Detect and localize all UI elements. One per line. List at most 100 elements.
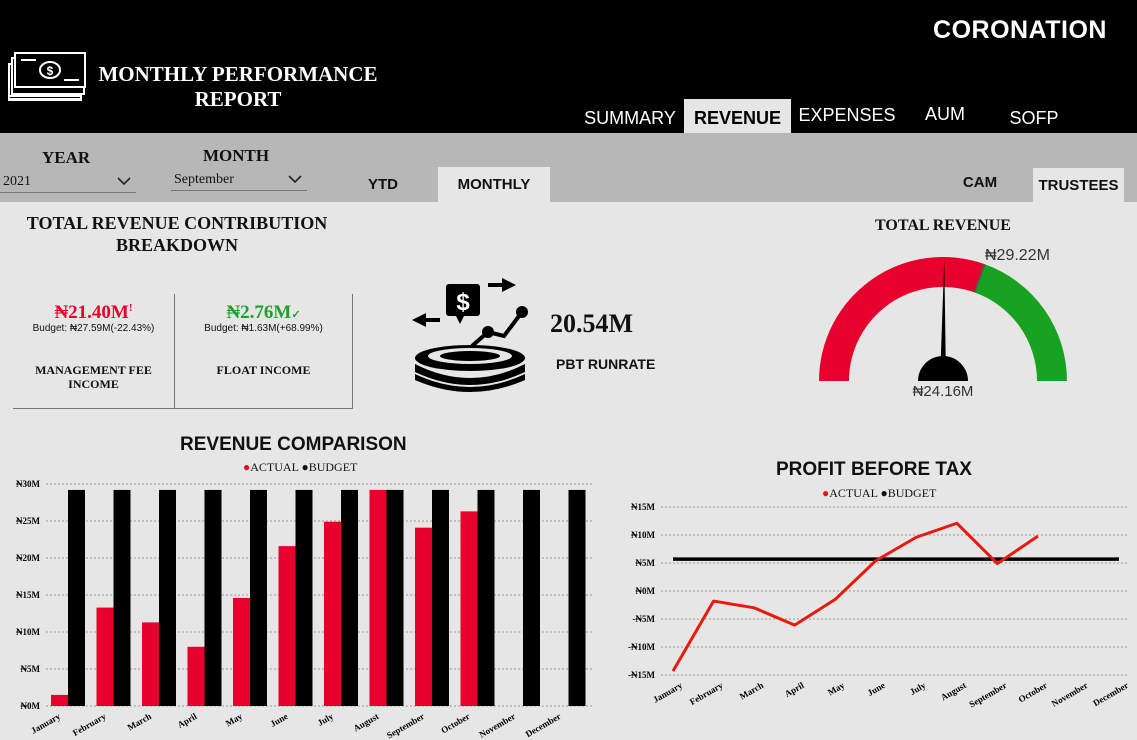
bar-actual [278,546,296,706]
y-tick-label: ₦30M [16,479,40,489]
bar-budget [523,489,540,706]
brand-logo-text: CORONATION [933,16,1107,44]
x-tick-label: September [385,711,426,740]
tab-trustees[interactable]: TRUSTEES [1033,168,1124,203]
bar-budget [386,489,404,706]
y-tick-label: ₦15M [16,590,40,600]
x-tick-label: January [29,711,62,736]
profit-before-tax-chart: -₦15M -₦10M -₦5M ₦0M ₦5M ₦10M ₦15M January Febru… [628,502,1130,709]
bar-budget [477,489,495,706]
float-income-card: ₦2.76M✓ Budget: ₦1.63M(+68.99%) FLOAT IN… [175,294,353,409]
bar-actual [96,607,114,706]
revenue-comparison-title: REVENUE COMPARISON [180,434,407,455]
x-tick-label: August [939,680,968,702]
revenue-breakdown-title: TOTAL REVENUE CONTRIBUTION BREAKDOWN [26,213,328,255]
x-tick-label: April [783,680,806,699]
y-tick-label: ₦10M [16,627,40,637]
check-indicator-icon: ✓ [291,309,301,321]
gauge-hub [918,356,968,381]
x-tick-label: November [477,711,517,740]
bar-budget [68,489,85,706]
y-tick-label: -₦5M [633,614,656,624]
y-tick-label: -₦15M [628,670,655,680]
tab-ytd[interactable]: YTD [343,167,423,202]
gauge-remaining-arc [974,264,1067,381]
header-bar: $ MONTHLY PERFORMANCE REPORT CORONATION … [0,0,1137,133]
tab-cam[interactable]: CAM [940,165,1020,200]
year-dropdown[interactable]: 2021 [0,171,136,193]
x-tick-label: March [738,680,765,702]
x-tick-label: August [352,711,381,733]
y-tick-label: ₦20M [16,553,40,563]
x-tick-label: December [524,711,563,739]
x-tick-label: December [1091,680,1130,708]
bar-budget [568,489,586,706]
gauge-actual-arc [819,257,985,381]
tab-aum[interactable]: AUM [905,95,985,129]
year-label: YEAR [42,148,91,167]
filter-bar: YEAR 2021 MONTH September YTD MONTHLY CA… [0,133,1137,203]
y-tick-label: ₦5M [21,664,41,674]
bar-budget [113,489,131,706]
total-revenue-title: TOTAL REVENUE [875,217,1011,234]
management-fee-card: ₦21.40M! Budget: ₦27.59M(-22.43%) MANAGE… [13,294,175,409]
bar-actual [369,489,387,706]
management-fee-budget: Budget: ₦27.59M(-22.43%) [32,323,155,334]
y-tick-label: ₦25M [16,516,40,526]
y-tick-label: ₦0M [636,586,656,596]
y-tick-label: -₦10M [628,642,655,652]
actual-line [671,521,1039,672]
bar-actual [142,622,159,706]
x-tick-label: November [1050,680,1090,709]
x-tick-label: February [71,711,108,738]
y-tick-label: ₦5M [636,558,656,568]
management-fee-label: MANAGEMENT FEE INCOME [35,363,152,391]
x-tick-label: June [866,680,887,698]
bar-actual [187,646,205,706]
month-value: September [174,172,234,187]
month-label: MONTH [203,146,270,165]
x-tick-label: July [316,711,336,728]
bar-budget [250,489,267,706]
report-title: MONTHLY PERFORMANCE REPORT [98,62,378,111]
svg-text:$: $ [47,64,54,78]
svg-text:$: $ [456,289,470,316]
chevron-down-icon [288,175,302,184]
tab-revenue[interactable]: REVENUE [684,99,791,133]
x-tick-label: June [268,711,289,729]
x-tick-label: January [651,680,684,705]
x-tick-label: October [439,711,471,735]
year-value: 2021 [3,174,31,189]
bar-budget [204,489,222,706]
revenue-comparison-chart: ₦0M ₦5M ₦10M ₦15M ₦20M ₦25M ₦30M January Februar… [16,479,592,740]
tab-summary[interactable]: SUMMARY [580,99,680,133]
bar-actual [233,597,250,706]
x-tick-label: September [967,680,1008,709]
bar-budget [341,489,358,706]
tab-sofp[interactable]: SOFP [995,99,1073,133]
x-tick-label: May [224,711,245,729]
float-income-value: ₦2.76M✓ [226,302,301,323]
pbt-runrate-label: PBT RUNRATE [556,356,656,372]
x-tick-label: March [126,711,153,733]
x-tick-label: May [826,680,847,698]
warning-indicator-icon: ! [128,302,133,314]
x-tick-label: October [1017,680,1049,704]
tab-expenses[interactable]: EXPENSES [798,96,896,130]
bar-actual [460,511,478,706]
x-tick-label: July [908,680,928,697]
float-income-budget: Budget: ₦1.63M(+68.99%) [204,323,323,334]
bar-actual [51,694,68,706]
gauge-value-label: ₦24.16M [913,383,974,400]
y-tick-label: ₦0M [21,701,41,711]
bar-budget [295,489,313,706]
tab-monthly[interactable]: MONTHLY [438,167,550,202]
y-tick-label: ₦10M [631,530,655,540]
bar-budget [159,489,176,706]
chevron-down-icon [117,177,131,186]
management-fee-value: ₦21.40M! [54,302,133,323]
total-revenue-gauge: ₦29.22M ₦24.16M [819,247,1067,400]
month-dropdown[interactable]: September [171,169,307,191]
bar-budget [432,489,449,706]
money-stack-icon: $ [8,52,86,101]
